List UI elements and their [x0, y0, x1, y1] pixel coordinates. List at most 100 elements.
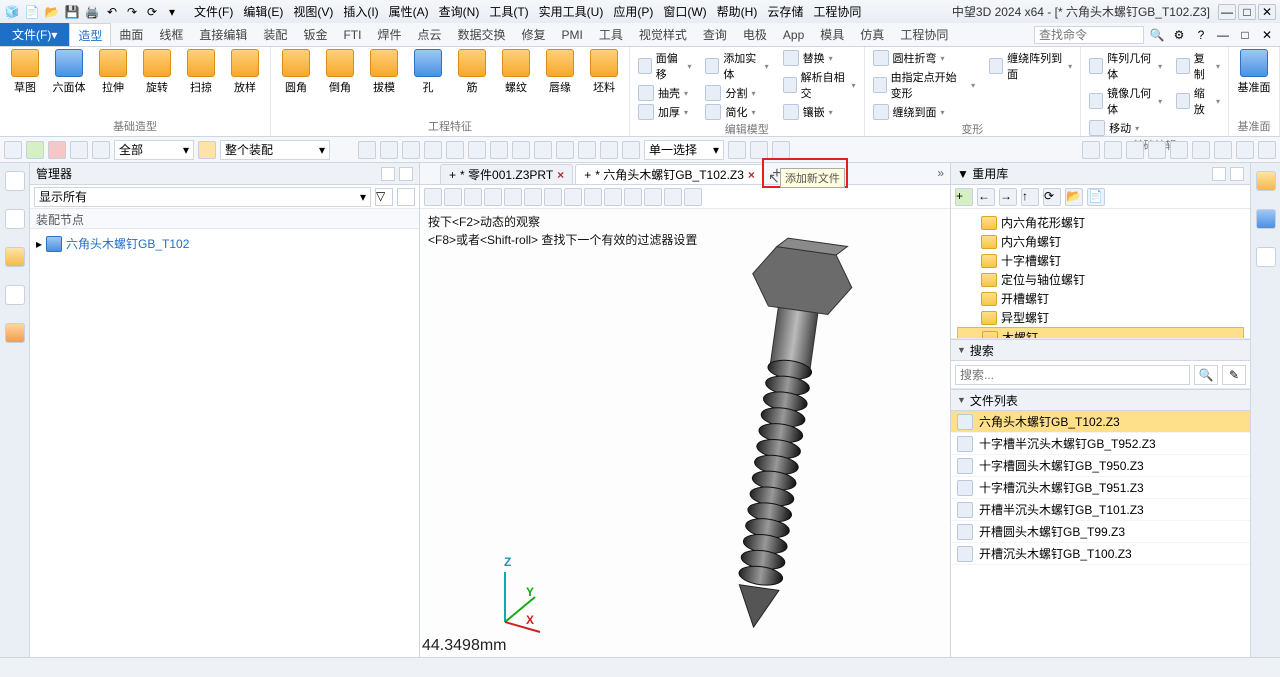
remove-icon[interactable]	[48, 141, 66, 159]
tree-item-root[interactable]: ▸ 六角头木螺钉GB_T102	[36, 233, 413, 254]
strip-assembly-icon[interactable]	[5, 171, 25, 191]
ribbon-line-button[interactable]: 移动 ▾	[1087, 119, 1164, 137]
folder-item[interactable]: 异型螺钉	[957, 308, 1244, 327]
strip-part-icon[interactable]	[5, 247, 25, 267]
ribbon-line-button[interactable]: 分割 ▾	[703, 84, 770, 102]
folder-item[interactable]: 内六角螺钉	[957, 232, 1244, 251]
ribbon-button[interactable]: 筋	[453, 49, 491, 95]
ribbon-tab[interactable]: 装配	[255, 23, 295, 46]
v-icon-5[interactable]	[504, 188, 522, 206]
menu-item[interactable]: 查询(N)	[435, 1, 484, 22]
doc-tab-1[interactable]: + * 零件001.Z3PRT ×	[440, 164, 573, 184]
folder-item[interactable]: 十字槽螺钉	[957, 251, 1244, 270]
ribbon-line-button[interactable]: 圆柱折弯 ▾	[871, 49, 978, 67]
sketch-misc1-icon[interactable]	[1236, 141, 1254, 159]
v-icon-9[interactable]	[584, 188, 602, 206]
v-icon-1[interactable]	[424, 188, 442, 206]
v-icon-13[interactable]	[664, 188, 682, 206]
ribbon-tab[interactable]: App	[775, 23, 812, 46]
filter-funnel-icon[interactable]: ▽	[375, 188, 393, 206]
file-list-item[interactable]: 六角头木螺钉GB_T102.Z3	[951, 411, 1250, 433]
ribbon-min-button[interactable]: —	[1214, 28, 1232, 42]
doc-tab-2[interactable]: + * 六角头木螺钉GB_T102.Z3 ×	[575, 164, 764, 184]
rstrip-part-icon[interactable]	[1256, 209, 1276, 229]
play-icon[interactable]	[772, 141, 790, 159]
close-tab-1-icon[interactable]: ×	[557, 168, 564, 182]
nav-new-icon[interactable]: 📄	[1087, 188, 1105, 206]
file-list-item[interactable]: 十字槽沉头木螺钉GB_T951.Z3	[951, 477, 1250, 499]
ribbon-tab[interactable]: 模具	[812, 23, 852, 46]
t-icon-12[interactable]	[600, 141, 618, 159]
file-list-item[interactable]: 开槽圆头木螺钉GB_T99.Z3	[951, 521, 1250, 543]
menu-item[interactable]: 云存储	[763, 1, 807, 22]
t-icon-4[interactable]	[424, 141, 442, 159]
sketch-ellipse-icon[interactable]	[1148, 141, 1166, 159]
v-icon-2[interactable]	[444, 188, 462, 206]
ribbon-tab[interactable]: 直接编辑	[191, 23, 255, 46]
selection-mode-combo[interactable]: 单一选择▾	[644, 140, 724, 160]
cursor-icon[interactable]	[728, 141, 746, 159]
layer-icon[interactable]	[92, 141, 110, 159]
select-icon[interactable]	[4, 141, 22, 159]
nav-back-icon[interactable]: ←	[977, 188, 995, 206]
ribbon-line-button[interactable]: 镶嵌 ▾	[781, 103, 858, 121]
nav-add-icon[interactable]: +	[955, 188, 973, 206]
reuse-close-icon[interactable]	[1230, 167, 1244, 181]
viewport[interactable]: 按下<F2>动态的观察 <F8>或者<Shift-roll> 查找下一个有效的过…	[420, 209, 950, 657]
dropdown-icon[interactable]: ▾	[164, 4, 180, 20]
refresh-icon[interactable]: ⟳	[144, 4, 160, 20]
reuse-search-clear[interactable]: ✎	[1222, 365, 1246, 385]
reuse-search-input[interactable]	[955, 365, 1190, 385]
t-icon-2[interactable]	[380, 141, 398, 159]
ribbon-button[interactable]: 拉伸	[94, 49, 132, 95]
tab-overflow-icon[interactable]: »	[937, 166, 944, 180]
ribbon-tab[interactable]: 曲面	[111, 23, 151, 46]
ribbon-tab[interactable]: 视觉样式	[631, 23, 695, 46]
add-new-file-button[interactable]: + 添加新文件 ↖	[766, 164, 788, 184]
ribbon-button[interactable]: 旋转	[138, 49, 176, 95]
t-icon-5[interactable]	[446, 141, 464, 159]
ribbon-tab[interactable]: 点云	[409, 23, 449, 46]
ribbon-restore-button[interactable]: □	[1236, 28, 1254, 42]
model-bolt[interactable]	[680, 229, 880, 649]
menu-item[interactable]: 文件(F)	[190, 1, 237, 22]
menu-item[interactable]: 插入(I)	[339, 1, 382, 22]
expand-icon[interactable]: ▸	[36, 237, 42, 251]
filter-opt-icon[interactable]	[397, 188, 415, 206]
ribbon-line-button[interactable]: 加厚 ▾	[636, 103, 693, 121]
filter-combo-assembly[interactable]: 整个装配▾	[220, 140, 330, 160]
t-icon-6[interactable]	[468, 141, 486, 159]
file-list-item[interactable]: 十字槽圆头木螺钉GB_T950.Z3	[951, 455, 1250, 477]
menu-item[interactable]: 属性(A)	[385, 1, 433, 22]
ribbon-tab[interactable]: PMI	[554, 23, 591, 46]
menu-item[interactable]: 编辑(E)	[239, 1, 287, 22]
ribbon-tab[interactable]: 焊件	[369, 23, 409, 46]
ribbon-tab[interactable]: 仿真	[852, 23, 892, 46]
new-icon[interactable]: 📄	[24, 4, 40, 20]
t-icon-3[interactable]	[402, 141, 420, 159]
filter-combo-all[interactable]: 全部▾	[114, 140, 194, 160]
ribbon-button[interactable]: 螺纹	[497, 49, 535, 95]
ribbon-line-button[interactable]: 缠绕到面 ▾	[871, 103, 978, 121]
assembly-icon[interactable]	[198, 141, 216, 159]
ribbon-tab[interactable]: 工程协同	[892, 23, 956, 46]
ribbon-tab[interactable]: 造型	[69, 23, 111, 46]
folder-item[interactable]: 定位与轴位螺钉	[957, 270, 1244, 289]
ribbon-line-button[interactable]: 添加实体 ▾	[703, 49, 770, 83]
maximize-button[interactable]: □	[1238, 4, 1256, 20]
ribbon-line-button[interactable]: 阵列几何体 ▾	[1087, 49, 1164, 83]
t-icon-10[interactable]	[556, 141, 574, 159]
ribbon-line-button[interactable]: 复制 ▾	[1174, 49, 1222, 83]
ribbon-tab[interactable]: 钣金	[295, 23, 335, 46]
ribbon-button[interactable]: 孔	[409, 49, 447, 95]
help-icon[interactable]: ?	[1192, 28, 1210, 42]
open-icon[interactable]: 📂	[44, 4, 60, 20]
folder-item[interactable]: 木螺钉	[957, 327, 1244, 339]
v-icon-11[interactable]	[624, 188, 642, 206]
sketch-misc2-icon[interactable]	[1258, 141, 1276, 159]
t-icon-7[interactable]	[490, 141, 508, 159]
ribbon-close-button[interactable]: ✕	[1258, 28, 1276, 42]
menu-item[interactable]: 工程协同	[809, 1, 865, 22]
t-icon-9[interactable]	[534, 141, 552, 159]
ribbon-line-button[interactable]: 由指定点开始变形 ▾	[871, 68, 978, 102]
